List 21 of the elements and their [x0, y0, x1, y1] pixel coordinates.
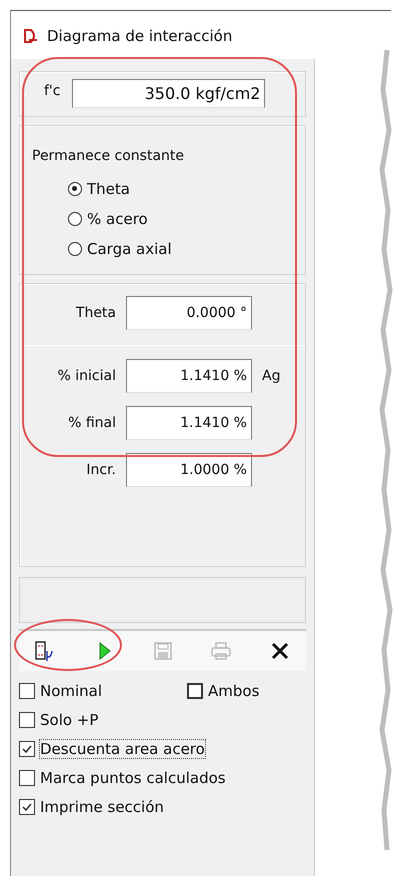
checkbox-option[interactable]: Nominal [19, 681, 187, 701]
checkbox-option[interactable]: Ambos [187, 681, 260, 701]
radio-option[interactable]: Carga axial [32, 240, 297, 258]
field-label: Theta [74, 305, 116, 321]
field-label: % final [67, 415, 116, 431]
window-title: Diagrama de interacción [47, 27, 232, 45]
checkbox-option[interactable]: Imprime sección [19, 797, 306, 817]
input-field[interactable]: 1.0000 % [126, 453, 252, 487]
field-label: Incr. [85, 462, 116, 478]
unit-label: Ag [262, 368, 280, 384]
field-label: f'c [44, 82, 60, 99]
input-field[interactable]: 350.0 kgf/cm2 [72, 79, 266, 108]
input-field[interactable]: 1.1410 % [126, 406, 252, 440]
input-field[interactable]: 1.1410 % [126, 359, 252, 393]
checkbox-option[interactable]: Marca puntos calculados [19, 768, 306, 788]
checkbox-option[interactable]: Solo +P [19, 710, 306, 730]
input-field[interactable]: 0.0000 ° [126, 296, 252, 330]
group-title: Permanece constante [32, 148, 186, 164]
radio-option[interactable]: % acero [32, 210, 297, 228]
field-label: % inicial [56, 368, 116, 384]
radio-option[interactable]: Theta [32, 180, 297, 198]
